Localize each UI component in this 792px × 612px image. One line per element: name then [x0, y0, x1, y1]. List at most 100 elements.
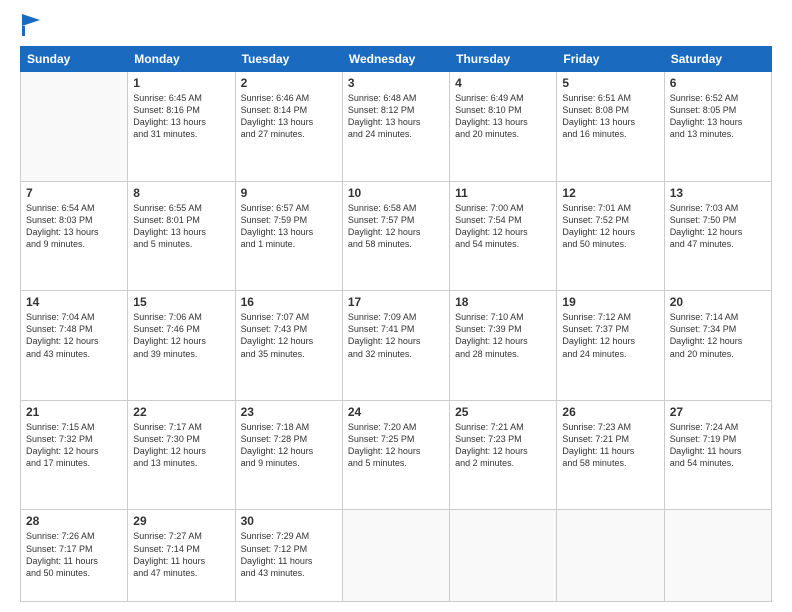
weekday-header-wednesday: Wednesday	[342, 47, 449, 72]
cell-info: Sunrise: 6:55 AM Sunset: 8:01 PM Dayligh…	[133, 202, 229, 251]
weekday-header-thursday: Thursday	[450, 47, 557, 72]
day-number: 24	[348, 405, 444, 419]
weekday-header-friday: Friday	[557, 47, 664, 72]
cell-info: Sunrise: 7:07 AM Sunset: 7:43 PM Dayligh…	[241, 311, 337, 360]
day-number: 17	[348, 295, 444, 309]
calendar-cell: 17 Sunrise: 7:09 AM Sunset: 7:41 PM Dayli…	[342, 291, 449, 401]
cell-info: Sunrise: 6:49 AM Sunset: 8:10 PM Dayligh…	[455, 92, 551, 141]
header	[20, 16, 772, 36]
calendar-cell: 20 Sunrise: 7:14 AM Sunset: 7:34 PM Dayli…	[664, 291, 771, 401]
calendar-cell: 9Sunrise: 6:57 AM Sunset: 7:59 PM Daylig…	[235, 181, 342, 291]
cell-info: Sunrise: 7:29 AM Sunset: 7:12 PM Dayligh…	[241, 530, 337, 579]
calendar-cell: 13 Sunrise: 7:03 AM Sunset: 7:50 PM Dayli…	[664, 181, 771, 291]
day-number: 27	[670, 405, 766, 419]
day-number: 28	[26, 514, 122, 528]
page: SundayMondayTuesdayWednesdayThursdayFrid…	[0, 0, 792, 612]
day-number: 14	[26, 295, 122, 309]
calendar-week-4: 21 Sunrise: 7:15 AM Sunset: 7:32 PM Dayli…	[21, 400, 772, 510]
cell-info: Sunrise: 7:23 AM Sunset: 7:21 PM Dayligh…	[562, 421, 658, 470]
calendar-cell: 3 Sunrise: 6:48 AM Sunset: 8:12 PM Daylig…	[342, 72, 449, 182]
calendar-cell	[342, 510, 449, 602]
day-number: 10	[348, 186, 444, 200]
cell-info: Sunrise: 7:06 AM Sunset: 7:46 PM Dayligh…	[133, 311, 229, 360]
cell-info: Sunrise: 7:12 AM Sunset: 7:37 PM Dayligh…	[562, 311, 658, 360]
calendar-cell: 1 Sunrise: 6:45 AM Sunset: 8:16 PM Daylig…	[128, 72, 235, 182]
day-number: 21	[26, 405, 122, 419]
cell-info: Sunrise: 7:26 AM Sunset: 7:17 PM Dayligh…	[26, 530, 122, 579]
day-number: 29	[133, 514, 229, 528]
calendar-cell: 5Sunrise: 6:51 AM Sunset: 8:08 PM Daylig…	[557, 72, 664, 182]
day-number: 11	[455, 186, 551, 200]
weekday-header-monday: Monday	[128, 47, 235, 72]
day-number: 22	[133, 405, 229, 419]
calendar-cell: 14Sunrise: 7:04 AM Sunset: 7:48 PM Dayli…	[21, 291, 128, 401]
cell-info: Sunrise: 7:24 AM Sunset: 7:19 PM Dayligh…	[670, 421, 766, 470]
day-number: 20	[670, 295, 766, 309]
day-number: 2	[241, 76, 337, 90]
weekday-header-tuesday: Tuesday	[235, 47, 342, 72]
calendar-week-1: 1 Sunrise: 6:45 AM Sunset: 8:16 PM Daylig…	[21, 72, 772, 182]
day-number: 1	[133, 76, 229, 90]
cell-info: Sunrise: 7:00 AM Sunset: 7:54 PM Dayligh…	[455, 202, 551, 251]
calendar-cell: 26 Sunrise: 7:23 AM Sunset: 7:21 PM Dayli…	[557, 400, 664, 510]
day-number: 13	[670, 186, 766, 200]
calendar-cell: 30 Sunrise: 7:29 AM Sunset: 7:12 PM Dayli…	[235, 510, 342, 602]
calendar-cell: 22 Sunrise: 7:17 AM Sunset: 7:30 PM Dayli…	[128, 400, 235, 510]
calendar-cell	[664, 510, 771, 602]
cell-info: Sunrise: 6:48 AM Sunset: 8:12 PM Dayligh…	[348, 92, 444, 141]
calendar-cell: 28 Sunrise: 7:26 AM Sunset: 7:17 PM Dayli…	[21, 510, 128, 602]
cell-info: Sunrise: 7:15 AM Sunset: 7:32 PM Dayligh…	[26, 421, 122, 470]
day-number: 30	[241, 514, 337, 528]
calendar-cell	[21, 72, 128, 182]
cell-info: Sunrise: 7:03 AM Sunset: 7:50 PM Dayligh…	[670, 202, 766, 251]
day-number: 26	[562, 405, 658, 419]
day-number: 4	[455, 76, 551, 90]
day-number: 3	[348, 76, 444, 90]
calendar-cell	[450, 510, 557, 602]
cell-info: Sunrise: 7:17 AM Sunset: 7:30 PM Dayligh…	[133, 421, 229, 470]
cell-info: Sunrise: 6:52 AM Sunset: 8:05 PM Dayligh…	[670, 92, 766, 141]
calendar-cell: 2 Sunrise: 6:46 AM Sunset: 8:14 PM Daylig…	[235, 72, 342, 182]
day-number: 25	[455, 405, 551, 419]
calendar-cell: 25 Sunrise: 7:21 AM Sunset: 7:23 PM Dayli…	[450, 400, 557, 510]
cell-info: Sunrise: 7:27 AM Sunset: 7:14 PM Dayligh…	[133, 530, 229, 579]
calendar-cell: 23 Sunrise: 7:18 AM Sunset: 7:28 PM Dayli…	[235, 400, 342, 510]
logo	[20, 16, 40, 36]
weekday-header-row: SundayMondayTuesdayWednesdayThursdayFrid…	[21, 47, 772, 72]
cell-info: Sunrise: 7:09 AM Sunset: 7:41 PM Dayligh…	[348, 311, 444, 360]
calendar-cell: 15 Sunrise: 7:06 AM Sunset: 7:46 PM Dayli…	[128, 291, 235, 401]
calendar-cell: 7 Sunrise: 6:54 AM Sunset: 8:03 PM Daylig…	[21, 181, 128, 291]
day-number: 8	[133, 186, 229, 200]
calendar-week-3: 14Sunrise: 7:04 AM Sunset: 7:48 PM Dayli…	[21, 291, 772, 401]
calendar-cell: 18 Sunrise: 7:10 AM Sunset: 7:39 PM Dayli…	[450, 291, 557, 401]
day-number: 7	[26, 186, 122, 200]
day-number: 18	[455, 295, 551, 309]
day-number: 19	[562, 295, 658, 309]
cell-info: Sunrise: 7:18 AM Sunset: 7:28 PM Dayligh…	[241, 421, 337, 470]
cell-info: Sunrise: 6:54 AM Sunset: 8:03 PM Dayligh…	[26, 202, 122, 251]
cell-info: Sunrise: 7:21 AM Sunset: 7:23 PM Dayligh…	[455, 421, 551, 470]
calendar-cell: 10Sunrise: 6:58 AM Sunset: 7:57 PM Dayli…	[342, 181, 449, 291]
calendar-cell: 29 Sunrise: 7:27 AM Sunset: 7:14 PM Dayli…	[128, 510, 235, 602]
calendar-table: SundayMondayTuesdayWednesdayThursdayFrid…	[20, 46, 772, 602]
calendar-cell: 4 Sunrise: 6:49 AM Sunset: 8:10 PM Daylig…	[450, 72, 557, 182]
logo-flag-icon	[22, 14, 40, 36]
cell-info: Sunrise: 7:01 AM Sunset: 7:52 PM Dayligh…	[562, 202, 658, 251]
cell-info: Sunrise: 6:51 AM Sunset: 8:08 PM Dayligh…	[562, 92, 658, 141]
day-number: 16	[241, 295, 337, 309]
cell-info: Sunrise: 7:20 AM Sunset: 7:25 PM Dayligh…	[348, 421, 444, 470]
calendar-cell: 21 Sunrise: 7:15 AM Sunset: 7:32 PM Dayli…	[21, 400, 128, 510]
cell-info: Sunrise: 6:46 AM Sunset: 8:14 PM Dayligh…	[241, 92, 337, 141]
cell-info: Sunrise: 6:45 AM Sunset: 8:16 PM Dayligh…	[133, 92, 229, 141]
cell-info: Sunrise: 7:10 AM Sunset: 7:39 PM Dayligh…	[455, 311, 551, 360]
cell-info: Sunrise: 7:14 AM Sunset: 7:34 PM Dayligh…	[670, 311, 766, 360]
calendar-cell: 6Sunrise: 6:52 AM Sunset: 8:05 PM Daylig…	[664, 72, 771, 182]
calendar-cell: 16 Sunrise: 7:07 AM Sunset: 7:43 PM Dayli…	[235, 291, 342, 401]
calendar-cell: 12Sunrise: 7:01 AM Sunset: 7:52 PM Dayli…	[557, 181, 664, 291]
calendar-cell: 8 Sunrise: 6:55 AM Sunset: 8:01 PM Daylig…	[128, 181, 235, 291]
day-number: 15	[133, 295, 229, 309]
calendar-cell	[557, 510, 664, 602]
calendar-week-2: 7 Sunrise: 6:54 AM Sunset: 8:03 PM Daylig…	[21, 181, 772, 291]
calendar-week-5: 28 Sunrise: 7:26 AM Sunset: 7:17 PM Dayli…	[21, 510, 772, 602]
day-number: 23	[241, 405, 337, 419]
